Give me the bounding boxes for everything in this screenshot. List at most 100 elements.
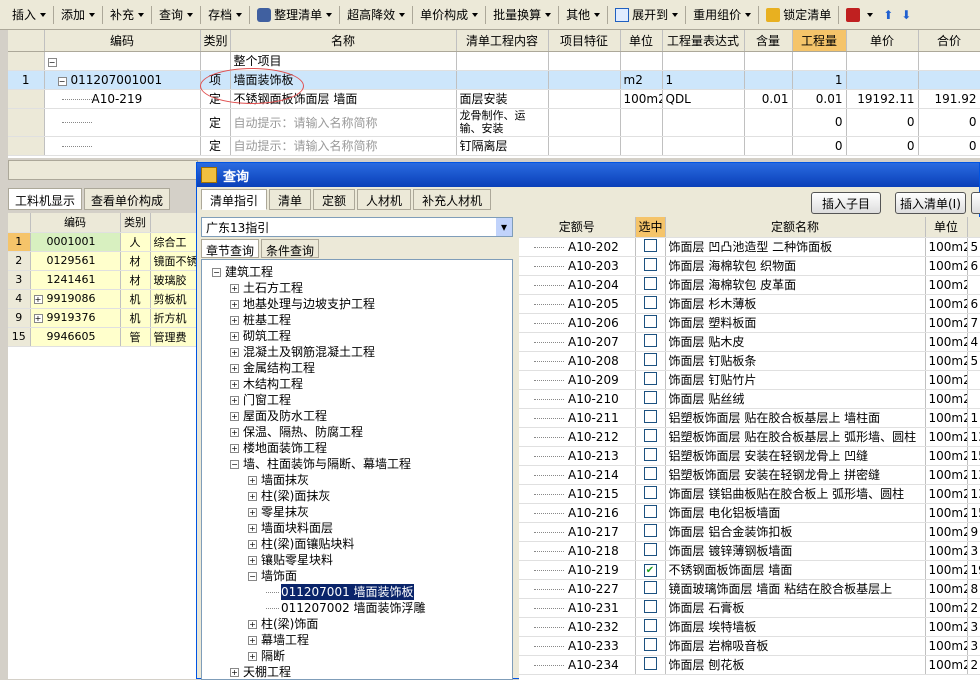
cell-code[interactable]: A10-208 (519, 351, 636, 371)
column-header[interactable]: 定额名称 (665, 217, 926, 238)
checkbox[interactable] (643, 371, 657, 385)
section-row[interactable]: − 整个项目 (8, 51, 980, 71)
cell-name[interactable]: 饰面层 电化铝板墙面 (665, 503, 926, 523)
cell-name[interactable]: 饰面层 贴木皮 (665, 332, 926, 352)
cell-name[interactable]: 饰面层 镁铝曲板贴在胶合板上 弧形墙、圆柱 (665, 484, 926, 504)
cell-truncated[interactable]: 3 (967, 617, 980, 637)
checkbox[interactable] (643, 618, 657, 632)
table-row[interactable]: A10-217 饰面层 铝合金装饰扣板 100m2 9 (519, 522, 980, 542)
overflow-button[interactable] (971, 192, 980, 214)
table-row[interactable]: A10-215 饰面层 镁铝曲板贴在胶合板上 弧形墙、圆柱100m213 (519, 484, 980, 504)
cell-truncated[interactable] (967, 370, 980, 390)
cell-truncated[interactable]: 3 (967, 636, 980, 656)
cell-name[interactable]: 自动提示：请输入名称简称 (230, 136, 457, 156)
table-row[interactable]: 定自动提示：请输入名称简称 龙骨制作、运输、安装 0 0 0 (8, 108, 980, 137)
expand-icon[interactable]: + (230, 315, 239, 325)
table-row[interactable]: A10-231 饰面层 石膏板 100m2 2 (519, 598, 980, 618)
cell-content[interactable] (456, 70, 549, 90)
cell-truncated[interactable]: 6 (967, 256, 980, 276)
tree-node[interactable]: + 墙面块料面层 (202, 520, 512, 536)
tree-node[interactable]: + 土石方工程 (202, 280, 512, 296)
checkbox[interactable] (643, 238, 657, 252)
tree-node[interactable]: + 地基处理与边坡支护工程 (202, 296, 512, 312)
cell-checkbox[interactable] (635, 275, 666, 295)
cell-total[interactable]: 191.92 (918, 89, 980, 109)
cell-feature[interactable] (548, 136, 621, 156)
cell-feature[interactable] (548, 70, 621, 90)
cell-unit[interactable]: 100m2 (925, 522, 968, 542)
cell-type[interactable]: 材 (120, 270, 151, 290)
table-row[interactable]: A10-232 饰面层 埃特墙板 100m2 3 (519, 617, 980, 637)
cell-truncated[interactable]: 1 (967, 408, 980, 428)
checkbox[interactable] (643, 599, 657, 613)
cell-type[interactable]: 机 (120, 308, 151, 328)
expand-icon[interactable]: + (230, 283, 239, 293)
cell-checkbox[interactable] (635, 636, 666, 656)
cell-name[interactable]: 饰面层 岩棉吸音板 (665, 636, 926, 656)
cell-truncated[interactable]: 2 (967, 598, 980, 618)
cell-truncated[interactable]: 15 (967, 503, 980, 523)
cell-code[interactable]: A10-234 (519, 655, 636, 675)
table-row[interactable]: A10-204 饰面层 海棉软包 皮革面 100m2 (519, 275, 980, 295)
table-row[interactable]: 3 1241461 材玻璃胶 (8, 270, 198, 290)
cell-code[interactable]: 1241461 (30, 270, 121, 290)
cell-qty[interactable]: 0 (792, 108, 847, 137)
table-row[interactable]: A10-219 ✔ 不锈钢面板饰面层 墙面100m219 (519, 560, 980, 580)
cell-truncated[interactable]: 19 (967, 560, 980, 580)
tree-node[interactable]: + 墙面抹灰 (202, 472, 512, 488)
cell-code[interactable]: A10-207 (519, 332, 636, 352)
tree-node[interactable]: + 木结构工程 (202, 376, 512, 392)
cell-code[interactable]: 0001001 (30, 232, 121, 252)
cell-unit[interactable]: 100m2 (925, 598, 968, 618)
cell-name[interactable]: 不锈钢面板饰面层 墙面 (665, 560, 926, 580)
cell-qty_rate[interactable]: 0.01 (744, 89, 793, 109)
cell-checkbox[interactable] (635, 579, 666, 599)
column-header[interactable]: 编码 (30, 213, 121, 233)
left-tab[interactable]: 工料机显示 (8, 188, 83, 210)
expand-icon[interactable]: + (230, 379, 239, 389)
cell-checkbox[interactable] (635, 598, 666, 618)
expand-icon[interactable]: + (248, 635, 257, 645)
cell-code[interactable]: A10-209 (519, 370, 636, 390)
collapse-icon[interactable]: − (248, 571, 257, 581)
column-header[interactable]: 单位 (925, 217, 968, 238)
cell-expr[interactable] (662, 108, 745, 137)
tree-node[interactable]: + 柱(梁)面抹灰 (202, 488, 512, 504)
cell-checkbox[interactable] (635, 655, 666, 675)
table-row[interactable]: 15 9946605 管管理费 (8, 327, 198, 347)
cell-unit[interactable]: 100m2 (925, 256, 968, 276)
insert-child-button[interactable]: 插入子目 (811, 192, 882, 214)
table-row[interactable]: 4 +9919086 机剪板机 (8, 289, 198, 309)
expand-icon[interactable]: + (230, 443, 239, 453)
cell-type[interactable]: 机 (120, 289, 151, 309)
column-header[interactable]: 类别 (200, 30, 231, 52)
cell-unit[interactable]: 100m2 (925, 389, 968, 409)
cell-truncated[interactable]: 13 (967, 427, 980, 447)
cell-feature[interactable] (548, 108, 621, 137)
cell-code[interactable]: A10-232 (519, 617, 636, 637)
table-row[interactable]: A10-212 铝塑板饰面层 贴在胶合板基层上 弧形墙、圆柱100m213 (519, 427, 980, 447)
cell-qty[interactable]: 0.01 (792, 89, 847, 109)
cell-truncated[interactable]: 5 (967, 237, 980, 257)
cell-name[interactable]: 管理费 (150, 327, 198, 347)
checkbox[interactable] (643, 580, 657, 594)
table-row[interactable]: A10-219 定不锈钢面板饰面层 墙面 面层安装 100m2 QDL 0.01 0.01 1… (8, 89, 980, 109)
cell-truncated[interactable]: 7 (967, 313, 980, 333)
expand-icon[interactable]: + (230, 395, 239, 405)
expand-icon[interactable]: + (230, 411, 239, 421)
column-header[interactable]: 选中 (635, 217, 666, 238)
cell-name[interactable]: 饰面层 刨花板 (665, 655, 926, 675)
cell-unit[interactable]: 100m2 (925, 617, 968, 637)
collapse-icon[interactable]: − (57, 76, 67, 86)
cell-name[interactable]: 铝塑板饰面层 贴在胶合板基层上 墙柱面 (665, 408, 926, 428)
dialog-tab[interactable]: 定额 (313, 189, 356, 210)
expand-icon[interactable]: + (230, 331, 239, 341)
expand-icon[interactable]: + (248, 507, 257, 517)
cell-truncated[interactable]: 4 (967, 332, 980, 352)
expand-icon[interactable]: + (248, 539, 257, 549)
cell-checkbox[interactable]: ✔ (635, 560, 666, 580)
cell-type[interactable]: 材 (120, 251, 151, 271)
dialog-tab[interactable]: 人材机 (357, 189, 412, 210)
expand-icon[interactable]: + (248, 651, 257, 661)
checkbox[interactable] (643, 276, 657, 290)
